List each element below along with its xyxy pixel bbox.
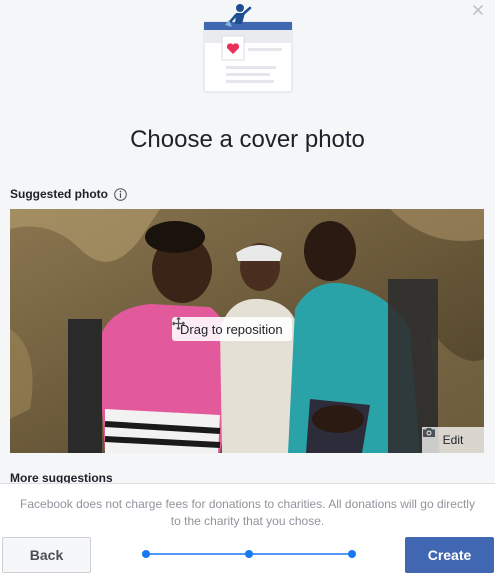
dialog-title: Choose a cover photo: [130, 126, 365, 153]
camera-icon: [423, 428, 435, 437]
back-button[interactable]: Back: [2, 537, 91, 573]
dialog-footer: Facebook does not charge fees for donati…: [0, 483, 495, 577]
move-icon: [172, 317, 185, 330]
cover-photo[interactable]: Drag to reposition Edit: [10, 209, 484, 453]
info-icon[interactable]: [114, 187, 127, 201]
progress-step-3: [348, 550, 356, 558]
close-icon[interactable]: [471, 3, 485, 17]
suggested-photo-heading: Suggested photo: [10, 187, 127, 201]
progress-step-2: [245, 550, 253, 558]
drag-to-reposition-hint: Drag to reposition: [172, 317, 292, 341]
donation-fee-note: Facebook does not charge fees for donati…: [20, 497, 475, 528]
progress-step-1: [142, 550, 150, 558]
drag-hint-text: Drag to reposition: [180, 321, 283, 337]
step-progress: [142, 550, 356, 558]
create-button[interactable]: Create: [405, 537, 494, 573]
edit-photo-button[interactable]: Edit: [422, 427, 484, 453]
fundraiser-illustration: [203, 4, 293, 93]
edit-label: Edit: [442, 433, 464, 447]
suggested-photo-label: Suggested photo: [10, 187, 108, 201]
